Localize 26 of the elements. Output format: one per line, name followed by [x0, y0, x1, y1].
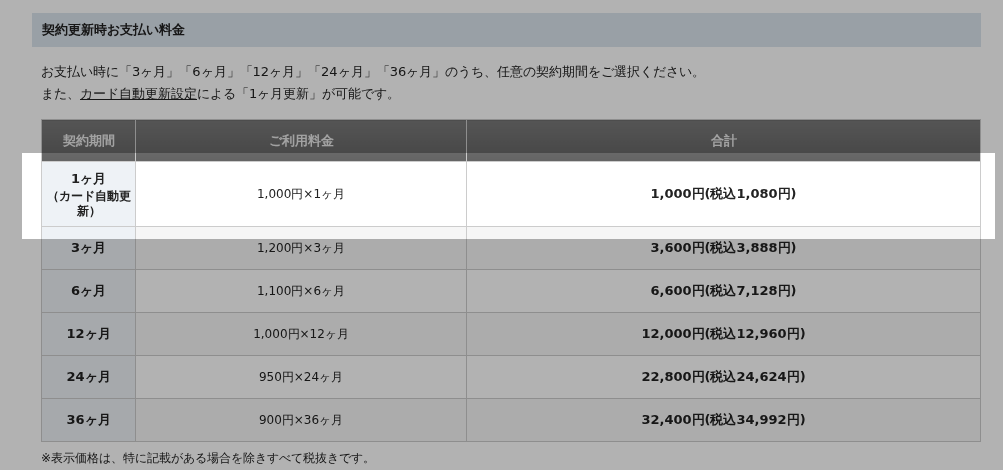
intro-text: お支払い時に「3ヶ月」「6ヶ月」「12ヶ月」「24ヶ月」「36ヶ月」のうち、任意の契約期間をご選択ください。 また、カード自動更新設定による「1ヶ月更新」が可能です。 [41, 63, 707, 103]
period-note: （カード自動更新） [45, 188, 132, 219]
section-title: 契約更新時お支払い料金 [42, 21, 185, 40]
total-cell: 3,600円(税込3,888円) [466, 226, 981, 270]
fee-cell: 1,000円×1ヶ月 [135, 161, 467, 227]
total-cell: 6,600円(税込7,128円) [466, 269, 981, 313]
fee-cell: 1,100円×6ヶ月 [135, 269, 467, 313]
fee-cell: 1,000円×12ヶ月 [135, 312, 467, 356]
fee-cell: 950円×24ヶ月 [135, 355, 467, 399]
period-label: 12ヶ月 [65, 325, 112, 344]
column-header: ご利用料金 [135, 119, 467, 162]
period-label: 36ヶ月 [65, 411, 112, 430]
column-header: 合計 [466, 119, 981, 162]
total-cell: 22,800円(税込24,624円) [466, 355, 981, 399]
fee-cell: 900円×36ヶ月 [135, 398, 467, 442]
auto-renew-link[interactable]: カード自動更新設定 [80, 86, 197, 101]
fee-cell: 1,200円×3ヶ月 [135, 226, 467, 270]
total-cell: 1,000円(税込1,080円) [466, 161, 981, 227]
period-label: 6ヶ月 [69, 282, 107, 301]
total-cell: 32,400円(税込34,992円) [466, 398, 981, 442]
footnote: ※表示価格は、特に記載がある場合を除きすべて税抜きです。 [41, 450, 377, 467]
period-label: 24ヶ月 [65, 368, 112, 387]
column-header: 契約期間 [41, 119, 136, 162]
total-cell: 12,000円(税込12,960円) [466, 312, 981, 356]
period-label: 1ヶ月 [69, 170, 107, 189]
period-label: 3ヶ月 [69, 239, 107, 258]
